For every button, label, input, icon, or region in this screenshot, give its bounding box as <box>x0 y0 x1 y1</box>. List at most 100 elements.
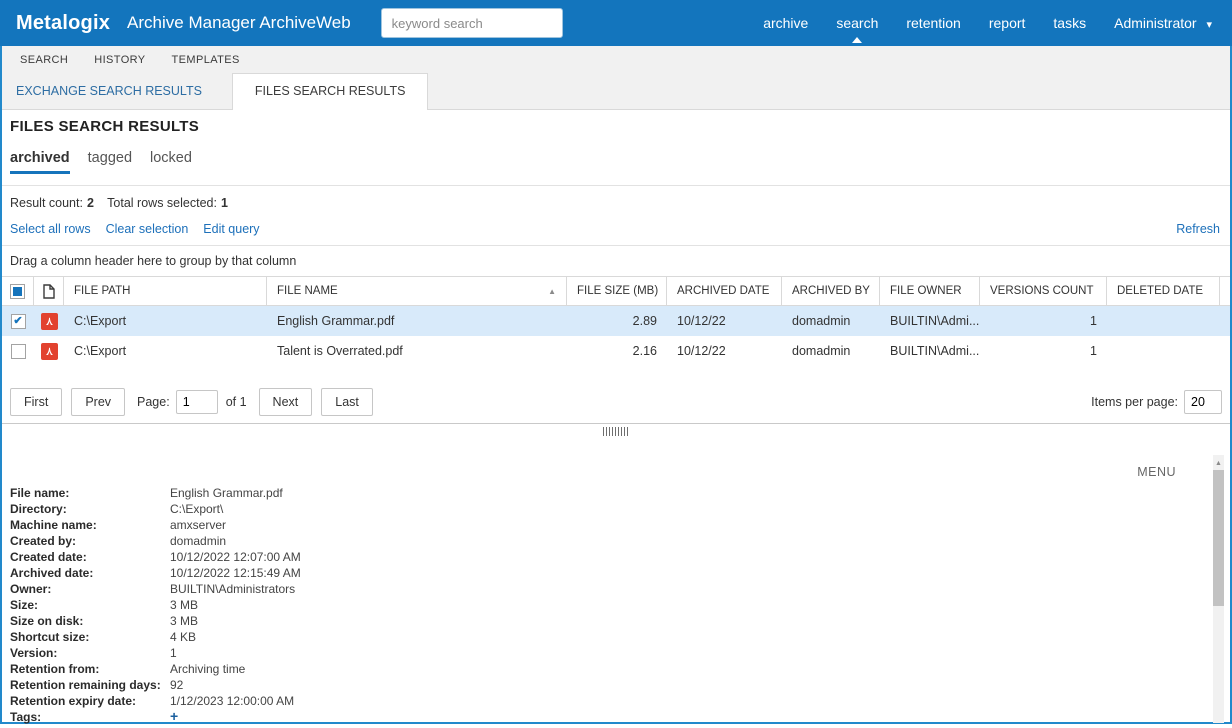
items-per-page-label: Items per page: <box>1091 394 1178 409</box>
column-header-file-name-label: FILE NAME <box>277 285 338 297</box>
column-header-file-owner[interactable]: FILE OWNER <box>880 277 980 305</box>
nav-item-report[interactable]: report <box>989 1 1026 45</box>
detail-label: Directory: <box>10 502 67 516</box>
nav-item-search[interactable]: search <box>836 1 878 45</box>
chevron-down-icon: ▾ <box>1206 19 1212 31</box>
detail-row: Retention from: Archiving time <box>10 661 1230 677</box>
detail-label: Machine name: <box>10 518 97 532</box>
refresh-link[interactable]: Refresh <box>1176 222 1220 236</box>
cell-file-name: Talent is Overrated.pdf <box>277 344 403 358</box>
result-counts: Result count: 2 Total rows selected: 1 <box>2 186 1230 210</box>
cell-file-name: English Grammar.pdf <box>277 314 395 328</box>
subtab-archived[interactable]: archived <box>10 150 70 174</box>
detail-value: 1 <box>170 646 177 660</box>
splitter-grip-handle[interactable] <box>603 427 629 436</box>
cell-file-size: 2.89 <box>632 314 657 328</box>
prev-page-button[interactable]: Prev <box>71 387 126 416</box>
detail-value: 92 <box>170 678 184 692</box>
detail-value: English Grammar.pdf <box>170 486 283 500</box>
detail-row: Retention expiry date: 1/12/2023 12:00:0… <box>10 693 1230 709</box>
column-header-versions-count[interactable]: VERSIONS COUNT <box>980 277 1107 305</box>
cell-versions-count: 1 <box>1090 314 1097 328</box>
column-header-file-path[interactable]: FILE PATH <box>64 277 267 305</box>
detail-label: Retention from: <box>10 662 100 676</box>
top-navbar: Metalogix Archive Manager ArchiveWeb arc… <box>0 0 1232 46</box>
page-of-label: of 1 <box>225 394 247 409</box>
column-header-deleted-date[interactable]: DELETED DATE <box>1107 277 1220 305</box>
vertical-scrollbar[interactable]: ▲ <box>1213 455 1224 723</box>
detail-value: BUILTIN\Administrators <box>170 582 296 596</box>
row-checkbox[interactable] <box>10 313 26 329</box>
detail-row: File name: English Grammar.pdf <box>10 485 1230 501</box>
detail-row-tags: Tags: + <box>10 709 1230 725</box>
last-page-button[interactable]: Last <box>321 387 373 416</box>
active-nav-indicator-icon <box>852 37 863 43</box>
detail-label: Shortcut size: <box>10 630 90 644</box>
detail-label: Size: <box>10 598 39 612</box>
select-all-checkbox[interactable] <box>10 283 25 299</box>
cell-file-size: 2.16 <box>632 344 657 358</box>
detail-value: 1/12/2023 12:00:00 AM <box>170 694 295 708</box>
column-header-file-size[interactable]: FILE SIZE (MB) <box>567 277 667 305</box>
detail-row: Machine name: amxserver <box>10 517 1230 533</box>
detail-row: Retention remaining days: 92 <box>10 677 1230 693</box>
subnav-item-history[interactable]: HISTORY <box>94 54 145 66</box>
nav-item-archive[interactable]: archive <box>763 1 808 45</box>
next-page-button[interactable]: Next <box>258 387 313 416</box>
row-checkbox[interactable] <box>10 343 26 359</box>
cell-archived-by: domadmin <box>792 344 851 358</box>
detail-row: Owner: BUILTIN\Administrators <box>10 581 1230 597</box>
page-number-input[interactable] <box>175 389 218 414</box>
scroll-up-icon[interactable]: ▲ <box>1213 455 1224 470</box>
first-page-button[interactable]: First <box>10 387 63 416</box>
detail-value: 3 MB <box>170 614 199 628</box>
table-row[interactable]: C:\Export Talent is Overrated.pdf 2.16 1… <box>2 336 1230 366</box>
subnav-item-search[interactable]: SEARCH <box>20 54 68 66</box>
column-header-file-name[interactable]: FILE NAME ▲ <box>267 277 567 305</box>
page-title: FILES SEARCH RESULTS <box>10 118 200 135</box>
tab-exchange-search-results[interactable]: EXCHANGE SEARCH RESULTS <box>2 74 232 109</box>
column-header-filler <box>1220 277 1232 305</box>
clear-selection-link[interactable]: Clear selection <box>106 222 189 236</box>
details-menu-button[interactable]: MENU <box>1137 465 1176 479</box>
table-row[interactable]: C:\Export English Grammar.pdf 2.89 10/12… <box>2 306 1230 336</box>
primary-nav: archive search retention report tasks Ad… <box>763 1 1212 45</box>
detail-row: Version: 1 <box>10 645 1230 661</box>
items-per-page-input[interactable] <box>1184 389 1222 414</box>
results-pane: FILES SEARCH RESULTS archived tagged loc… <box>2 118 1230 416</box>
result-tabs: EXCHANGE SEARCH RESULTS FILES SEARCH RES… <box>2 73 1230 110</box>
file-type-column-header[interactable] <box>34 277 64 305</box>
add-tag-button[interactable]: + <box>170 709 178 725</box>
keyword-search-input[interactable] <box>380 8 563 38</box>
detail-row: Directory: C:\Export\ <box>10 501 1230 517</box>
module-nav: SEARCH HISTORY TEMPLATES <box>2 46 1230 73</box>
file-details: File name: English Grammar.pdf Directory… <box>2 439 1230 725</box>
column-header-archived-by[interactable]: ARCHIVED BY <box>782 277 880 305</box>
column-header-archived-date[interactable]: ARCHIVED DATE <box>667 277 782 305</box>
subtab-locked[interactable]: locked <box>150 150 192 171</box>
subtab-tagged[interactable]: tagged <box>88 150 132 171</box>
tab-files-search-results[interactable]: FILES SEARCH RESULTS <box>231 73 429 110</box>
detail-label: File name: <box>10 486 70 500</box>
cell-file-path: C:\Export <box>74 344 127 358</box>
page-label: Page: <box>137 394 170 409</box>
subnav-item-templates[interactable]: TEMPLATES <box>172 54 240 66</box>
edit-query-link[interactable]: Edit query <box>203 222 259 236</box>
user-menu[interactable]: Administrator ▾ <box>1114 1 1212 45</box>
metalogix-logo[interactable]: Metalogix <box>16 12 110 35</box>
nav-item-tasks[interactable]: tasks <box>1053 1 1086 45</box>
group-by-drop-zone[interactable]: Drag a column header here to group by th… <box>2 245 1230 276</box>
detail-label: Retention expiry date: <box>10 694 137 708</box>
nav-item-search-label: search <box>836 15 879 31</box>
sort-ascending-icon: ▲ <box>548 286 556 296</box>
select-all-rows-link[interactable]: Select all rows <box>10 222 91 236</box>
app-window: Metalogix Archive Manager ArchiveWeb arc… <box>0 0 1232 724</box>
scrollbar-thumb[interactable] <box>1213 470 1224 606</box>
details-list: File name: English Grammar.pdf Directory… <box>10 485 1230 709</box>
detail-row: Created date: 10/12/2022 12:07:00 AM <box>10 549 1230 565</box>
detail-label: Size on disk: <box>10 614 84 628</box>
document-icon <box>42 283 55 299</box>
detail-value: C:\Export\ <box>170 502 224 516</box>
pagination-bar: First Prev Page: of 1 Next Last Items pe… <box>10 387 1222 416</box>
nav-item-retention[interactable]: retention <box>906 1 960 45</box>
